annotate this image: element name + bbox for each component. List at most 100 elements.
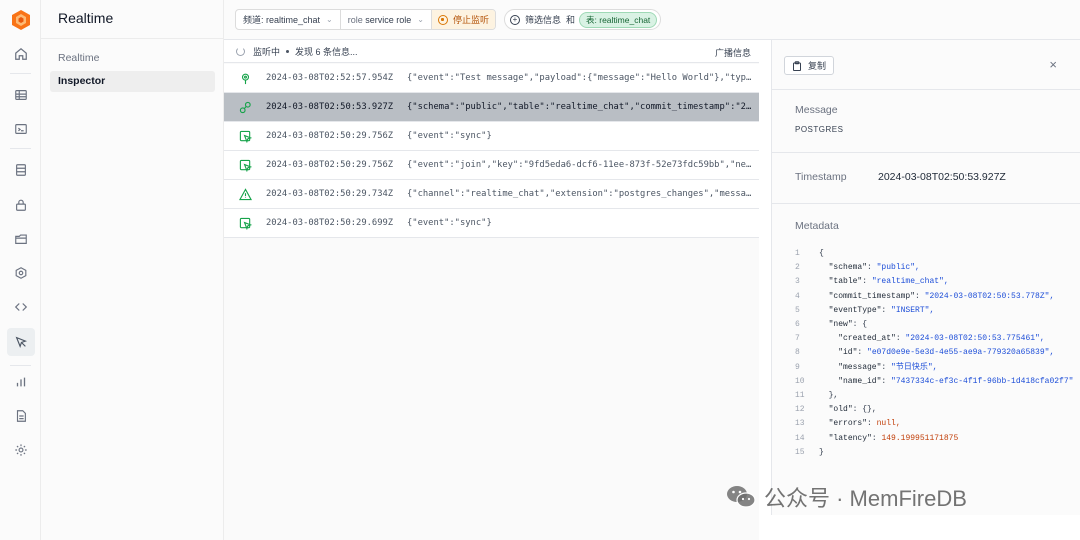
stop-listening-label: 停止监听 <box>452 15 489 25</box>
message-row-selected[interactable]: 2024-03-08T02:50:53.927Z {"schema":"publ… <box>224 93 759 122</box>
reports-icon[interactable] <box>10 371 32 393</box>
channel-select-label: 频道: realtime_chat <box>243 15 321 25</box>
sidebar-item-inspector[interactable]: Inspector <box>50 71 215 92</box>
message-payload: {"channel":"realtime_chat","extension":"… <box>407 189 752 199</box>
found-count-label: 发现 6 条信息... <box>295 46 358 57</box>
rail-divider <box>10 148 31 149</box>
plus-circle-icon: + <box>510 14 520 25</box>
message-detail-panel: 复制 × Message POSTGRES Timestamp 2024-03-… <box>771 40 1080 515</box>
role-value: service role <box>365 14 412 25</box>
cursor-icon <box>224 130 266 143</box>
message-value: POSTGRES <box>795 125 844 134</box>
message-section: Message POSTGRES <box>772 90 1080 153</box>
channel-controls: 频道: realtime_chat ⌄ role service role ⌄ … <box>235 9 496 30</box>
message-payload: {"schema":"public","table":"realtime_cha… <box>407 102 752 112</box>
rail-divider <box>10 73 31 74</box>
rail-divider <box>10 365 31 366</box>
watermark-text: 公众号 · MemFireDB <box>764 486 967 511</box>
code-line: 3 "table": "realtime_chat", <box>795 277 949 287</box>
message-timestamp: 2024-03-08T02:50:29.756Z <box>266 131 394 141</box>
functions-icon[interactable] <box>10 262 32 284</box>
code-line: 5 "eventType": "INSERT", <box>795 305 935 315</box>
settings-icon[interactable] <box>10 439 32 461</box>
timestamp-section: Timestamp 2024-03-08T02:50:53.927Z <box>772 153 1080 204</box>
message-label: Message <box>795 104 838 116</box>
filter-and-label: 和 <box>566 15 576 25</box>
timestamp-value: 2024-03-08T02:50:53.927Z <box>878 171 1006 183</box>
code-line: 9 "message": "节日快乐", <box>795 362 938 372</box>
logo-icon[interactable] <box>12 10 30 30</box>
code-line: 7 "created_at": "2024-03-08T02:50:53.775… <box>795 334 1045 344</box>
message-row[interactable]: 2024-03-08T02:50:29.756Z {"event":"sync"… <box>224 122 759 151</box>
home-icon[interactable] <box>10 43 32 65</box>
table-editor-icon[interactable] <box>10 84 32 106</box>
code-line: 11 }, <box>795 391 839 401</box>
stop-icon <box>437 14 448 25</box>
database-icon[interactable] <box>10 159 32 181</box>
message-row[interactable]: 2024-03-08T02:50:29.699Z {"event":"sync"… <box>224 209 759 238</box>
code-line: 6 "new": { <box>795 320 868 330</box>
chevron-down-icon: ⌄ <box>417 15 424 24</box>
code-line: 10 "name_id": "7437334c-ef3c-4f1f-96bb-1… <box>795 376 1074 386</box>
metadata-label: Metadata <box>795 220 839 232</box>
message-row[interactable]: 2024-03-08T02:50:29.756Z {"event":"join"… <box>224 151 759 180</box>
channel-select[interactable]: 频道: realtime_chat ⌄ <box>236 10 341 29</box>
message-payload: {"event":"sync"} <box>407 218 492 228</box>
auth-icon[interactable] <box>10 194 32 216</box>
broadcast-message-button[interactable]: 广播信息 <box>715 46 751 59</box>
filter-label: 筛选信息 <box>525 15 562 25</box>
copy-label: 复制 <box>808 61 827 71</box>
inspector-toolbar: 频道: realtime_chat ⌄ role service role ⌄ … <box>224 0 1080 40</box>
storage-icon[interactable] <box>10 228 32 250</box>
role-prefix: role <box>347 14 363 25</box>
sidebar-item-realtime[interactable]: Realtime <box>50 48 215 69</box>
message-timestamp: 2024-03-08T02:50:29.734Z <box>266 189 394 199</box>
filter-messages-button[interactable]: + 筛选信息 和 表: realtime_chat <box>504 9 662 30</box>
watermark: 公众号 · MemFireDB <box>726 482 967 512</box>
sidebar-header-divider <box>41 38 224 39</box>
cursor-icon <box>224 159 266 172</box>
chevron-down-icon: ⌄ <box>326 15 333 24</box>
copy-button[interactable]: 复制 <box>784 56 835 75</box>
wechat-icon <box>727 486 756 508</box>
icon-rail <box>0 0 41 540</box>
message-payload: {"event":"Test message","payload":{"mess… <box>407 73 752 83</box>
code-line: 14 "latency": 149.199951171875 <box>795 433 959 443</box>
message-list: 监听中 发现 6 条信息... 广播信息 2024-03-08T02:52:57… <box>224 40 759 540</box>
table-filter-chip[interactable]: 表: realtime_chat <box>579 11 658 28</box>
cursor-icon <box>224 217 266 230</box>
api-icon[interactable] <box>10 296 32 318</box>
code-line: 8 "id": "e07d0e9e-5e3d-4e55-ae9a-779320a… <box>795 348 1055 358</box>
code-line: 2 "schema": "public", <box>795 263 920 273</box>
listening-status-bar: 监听中 发现 6 条信息... 广播信息 <box>224 40 759 63</box>
message-timestamp: 2024-03-08T02:50:53.927Z <box>266 102 394 112</box>
clipboard-icon <box>793 60 801 71</box>
realtime-sidebar: Realtime Realtime Inspector <box>41 0 224 540</box>
warning-icon <box>224 187 266 201</box>
listening-label: 监听中 <box>253 46 281 57</box>
code-line: 15} <box>795 447 824 457</box>
realtime-icon[interactable] <box>7 328 35 356</box>
message-payload: {"event":"join","key":"9fd5eda6-dcf6-11e… <box>407 160 752 170</box>
stop-listening-button[interactable]: 停止监听 <box>431 10 495 29</box>
code-line: 1{ <box>795 249 824 258</box>
message-timestamp: 2024-03-08T02:50:29.699Z <box>266 218 394 228</box>
presence-icon <box>224 72 266 85</box>
close-icon[interactable]: × <box>1049 58 1057 71</box>
role-select[interactable]: role service role ⌄ <box>341 10 432 29</box>
code-line: 12 "old": {}, <box>795 405 877 415</box>
postgres-changes-icon <box>224 101 266 114</box>
loading-spinner-icon <box>236 46 245 56</box>
timestamp-label: Timestamp <box>795 171 847 183</box>
message-timestamp: 2024-03-08T02:52:57.954Z <box>266 73 394 83</box>
separator-dot <box>286 49 290 53</box>
logs-icon[interactable] <box>10 405 32 427</box>
message-payload: {"event":"sync"} <box>407 131 492 141</box>
sidebar-title: Realtime <box>58 10 114 26</box>
code-line: 13 "errors": null, <box>795 419 901 429</box>
message-row[interactable]: 2024-03-08T02:52:57.954Z {"event":"Test … <box>224 64 759 93</box>
message-row[interactable]: 2024-03-08T02:50:29.734Z {"channel":"rea… <box>224 180 759 209</box>
message-timestamp: 2024-03-08T02:50:29.756Z <box>266 160 394 170</box>
code-line: 4 "commit_timestamp": "2024-03-08T02:50:… <box>795 291 1055 301</box>
sql-editor-icon[interactable] <box>10 118 32 140</box>
